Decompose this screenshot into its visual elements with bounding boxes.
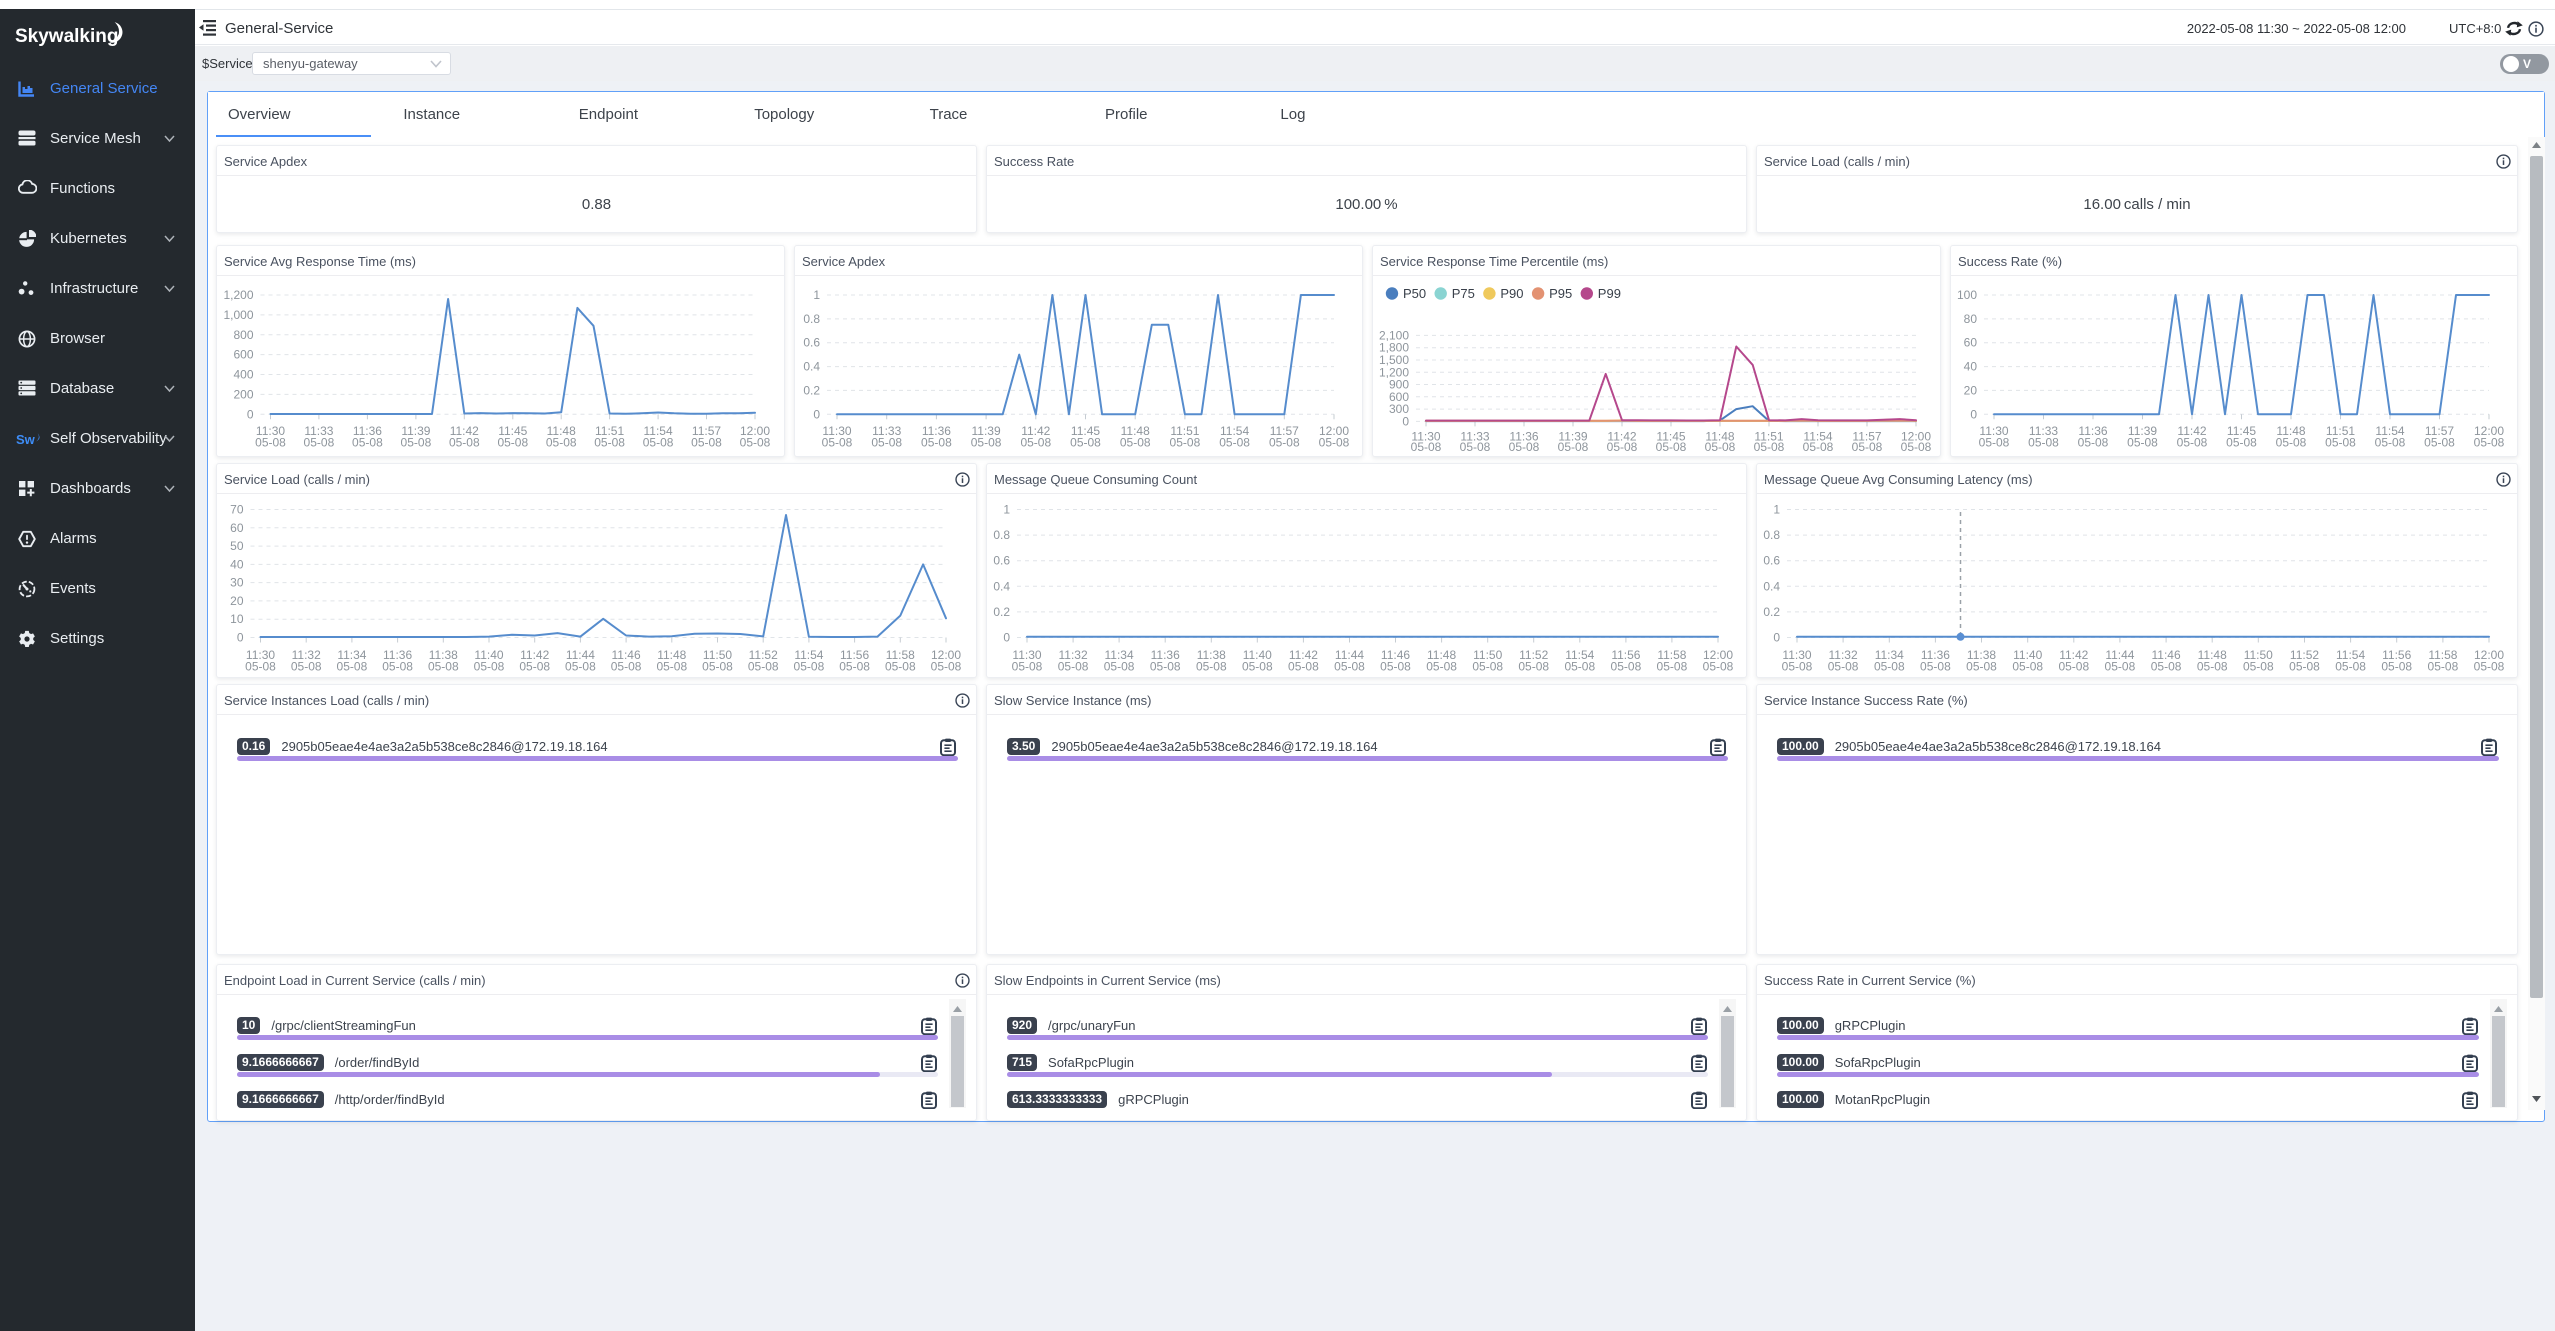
svg-text:Sw: Sw [16,432,36,447]
